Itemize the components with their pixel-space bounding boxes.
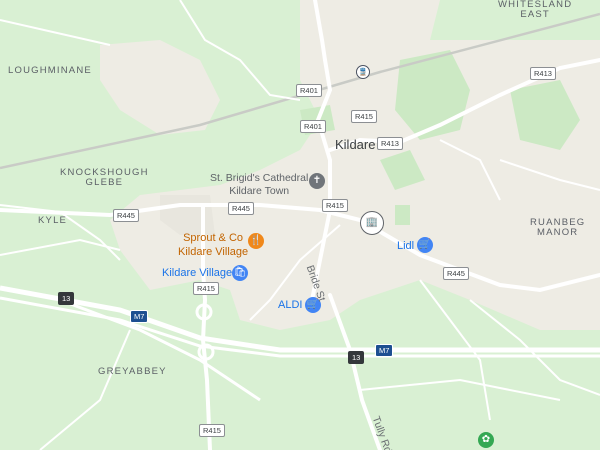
area-label-ruanbeg-manor: RUANBEG MANOR xyxy=(530,217,586,238)
church-icon[interactable]: ✝ xyxy=(309,173,325,189)
road-shield-r415: R415 xyxy=(351,110,377,123)
green-patch xyxy=(395,205,410,225)
poi-label-aldi[interactable]: ALDI xyxy=(278,300,302,311)
road-shield-r401: R401 xyxy=(296,84,322,97)
road-shield-r413: R413 xyxy=(530,67,556,80)
building-icon[interactable]: 🏢 xyxy=(360,211,384,235)
area-label-knockshough-glebe: KNOCKSHOUGH GLEBE xyxy=(60,167,149,188)
road-shield-m7: M7 xyxy=(130,310,149,323)
road-shield-n13: 13 xyxy=(348,351,365,364)
town-label-kildare[interactable]: Kildare xyxy=(335,138,375,151)
road-shield-m7: M7 xyxy=(375,344,394,357)
poi-label-kildare-village[interactable]: Kildare Village xyxy=(162,268,232,279)
road-shield-r415: R415 xyxy=(322,199,348,212)
cart-icon[interactable]: 🛒 xyxy=(417,237,433,253)
poi-label-sprout-and-co[interactable]: Sprout & Co Kildare Village xyxy=(178,232,248,260)
road-shield-r401: R401 xyxy=(300,120,326,133)
area-label-loughminane: LOUGHMINANE xyxy=(8,65,92,76)
area-label-whitesland-east: WHITESLAND EAST xyxy=(498,0,573,20)
area-label-kyle: KYLE xyxy=(38,215,68,226)
road-shield-r413: R413 xyxy=(377,137,403,150)
road-shield-r445: R445 xyxy=(228,202,254,215)
restaurant-icon[interactable]: 🍴 xyxy=(248,233,264,249)
road-shield-r415: R415 xyxy=(193,282,219,295)
poi-label-lidl[interactable]: Lidl xyxy=(397,241,414,252)
road-shield-r445: R445 xyxy=(113,209,139,222)
road-shield-n13: 13 xyxy=(58,292,75,305)
map-canvas[interactable]: LOUGHMINANE WHITESLAND EAST KNOCKSHOUGH … xyxy=(0,0,600,450)
train-station-icon[interactable]: 🚆 xyxy=(356,65,370,79)
area-label-greyabbey: GREYABBEY xyxy=(98,366,167,377)
poi-label-cathedral[interactable]: St. Brigid's Cathedral Kildare Town xyxy=(210,172,308,198)
road-shield-r445: R445 xyxy=(443,267,469,280)
park-icon[interactable]: ✿ xyxy=(478,432,494,448)
shopping-icon[interactable]: 🛍 xyxy=(232,265,248,281)
road-shield-r415: R415 xyxy=(199,424,225,437)
